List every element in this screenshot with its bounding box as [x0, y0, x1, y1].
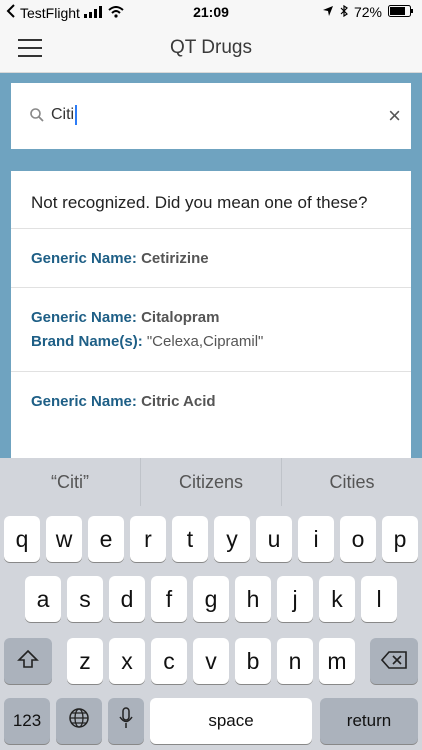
- key-t[interactable]: t: [172, 516, 208, 562]
- generic-name-value: Citalopram: [141, 309, 220, 326]
- status-bar: TestFlight 21:09 72%: [0, 0, 422, 24]
- shift-key[interactable]: [4, 638, 52, 684]
- suggestions-list: Not recognized. Did you mean one of thes…: [11, 171, 411, 461]
- list-item[interactable]: Generic Name: Citric Acid: [11, 372, 411, 430]
- key-a[interactable]: a: [25, 576, 61, 622]
- location-arrow-icon: [322, 4, 334, 20]
- generic-name-label: Generic Name:: [31, 309, 137, 326]
- search-bar[interactable]: Citi ×: [11, 83, 411, 149]
- key-j[interactable]: j: [277, 576, 313, 622]
- predictive-text-bar: “Citi” Citizens Cities: [0, 458, 422, 506]
- dictation-key[interactable]: [108, 698, 144, 744]
- list-item[interactable]: Generic Name: Citalopram Brand Name(s): …: [11, 288, 411, 372]
- key-n[interactable]: n: [277, 638, 313, 684]
- search-input[interactable]: Citi: [51, 105, 78, 125]
- key-o[interactable]: o: [340, 516, 376, 562]
- key-p[interactable]: p: [382, 516, 418, 562]
- generic-name-label: Generic Name:: [31, 392, 137, 410]
- key-e[interactable]: e: [88, 516, 124, 562]
- key-b[interactable]: b: [235, 638, 271, 684]
- keyboard: q w e r t y u i o p a s d f g h j k l z …: [0, 506, 422, 750]
- backspace-key[interactable]: [370, 638, 418, 684]
- suggestion-item[interactable]: Cities: [282, 458, 422, 506]
- suggestion-item[interactable]: Citizens: [141, 458, 282, 506]
- key-m[interactable]: m: [319, 638, 355, 684]
- generic-name-label: Generic Name:: [31, 249, 137, 267]
- brand-name-value: "Celexa,Cipramil": [146, 333, 264, 350]
- key-q[interactable]: q: [4, 516, 40, 562]
- numbers-key[interactable]: 123: [4, 698, 50, 744]
- key-k[interactable]: k: [319, 576, 355, 622]
- key-d[interactable]: d: [109, 576, 145, 622]
- key-w[interactable]: w: [46, 516, 82, 562]
- page-title: QT Drugs: [169, 37, 252, 58]
- text-cursor: [75, 105, 78, 125]
- key-s[interactable]: s: [67, 576, 103, 622]
- key-r[interactable]: r: [130, 516, 166, 562]
- key-i[interactable]: i: [298, 516, 334, 562]
- key-l[interactable]: l: [361, 576, 397, 622]
- globe-icon: [68, 707, 90, 735]
- key-h[interactable]: h: [235, 576, 271, 622]
- battery-percent: 72%: [353, 4, 382, 20]
- key-f[interactable]: f: [151, 576, 187, 622]
- key-c[interactable]: c: [151, 638, 187, 684]
- globe-key[interactable]: [56, 698, 102, 744]
- key-y[interactable]: y: [214, 516, 250, 562]
- key-v[interactable]: v: [193, 638, 229, 684]
- navigation-bar: QT Drugs: [0, 24, 422, 73]
- clear-search-icon[interactable]: ×: [388, 103, 401, 129]
- generic-name-value: Citric Acid: [141, 392, 216, 410]
- backspace-icon: [380, 648, 407, 675]
- key-z[interactable]: z: [67, 638, 103, 684]
- search-input-value: Citi: [51, 106, 75, 124]
- bluetooth-icon: [340, 4, 348, 20]
- key-u[interactable]: u: [256, 516, 292, 562]
- list-item[interactable]: Generic Name: Cetirizine: [11, 229, 411, 288]
- key-g[interactable]: g: [193, 576, 229, 622]
- search-icon: [30, 108, 44, 127]
- microphone-icon: [119, 707, 133, 735]
- key-x[interactable]: x: [109, 638, 145, 684]
- shift-arrow-icon: [17, 648, 39, 675]
- generic-name-value: Cetirizine: [141, 249, 209, 267]
- space-key[interactable]: space: [150, 698, 312, 744]
- main-content: Citi × Not recognized. Did you mean one …: [0, 73, 422, 461]
- return-key[interactable]: return: [320, 698, 418, 744]
- battery-icon: [388, 4, 414, 20]
- brand-name-label: Brand Name(s):: [31, 333, 143, 350]
- suggestion-item[interactable]: “Citi”: [0, 458, 141, 506]
- not-recognized-message: Not recognized. Did you mean one of thes…: [11, 171, 411, 229]
